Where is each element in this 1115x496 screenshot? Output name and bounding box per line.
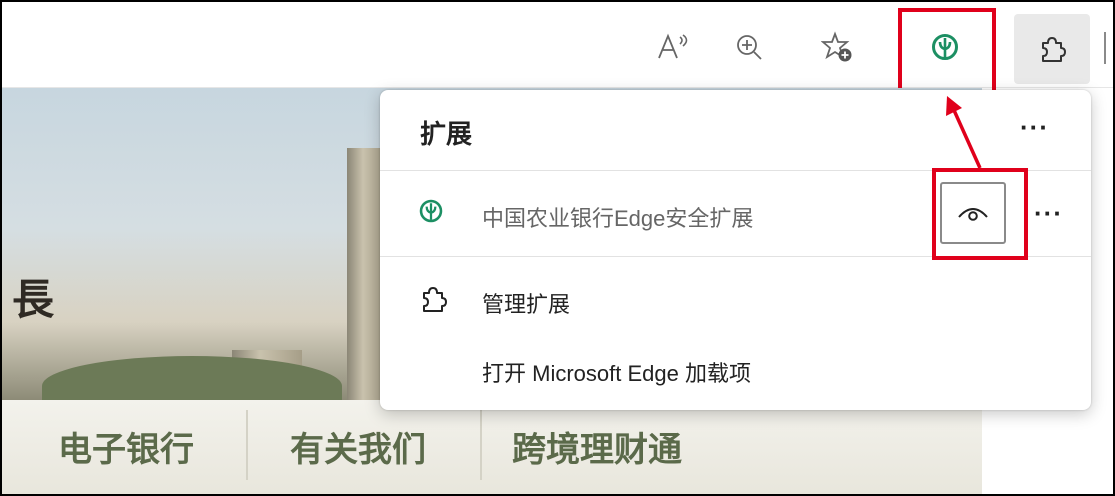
manage-extensions-item[interactable]: 管理扩展 bbox=[482, 287, 570, 319]
puzzle-icon bbox=[423, 287, 447, 312]
highlight-box-pin-button bbox=[932, 168, 1028, 260]
highlight-box-toolbar-icon bbox=[898, 8, 996, 96]
add-favorite-icon[interactable] bbox=[812, 22, 862, 72]
popup-title: 扩展 bbox=[420, 119, 473, 149]
zoom-in-icon[interactable] bbox=[724, 22, 774, 72]
puzzle-icon bbox=[1042, 37, 1066, 62]
nav-item-cross-border-wealth[interactable]: 跨境理财通 bbox=[512, 422, 682, 478]
open-edge-addons-item[interactable]: 打开 Microsoft Edge 加载项 bbox=[482, 356, 751, 388]
extensions-button[interactable] bbox=[1014, 14, 1090, 84]
popup-more-button[interactable]: ··· bbox=[1020, 112, 1049, 143]
screenshot-frame: 長 电子银行 有关我们 跨境理财通 扩展 ··· 中国农业银行Edge安全扩展 … bbox=[0, 0, 1115, 496]
toolbar-separator bbox=[1104, 32, 1106, 64]
nav-item-about-us[interactable]: 有关我们 bbox=[290, 422, 426, 478]
extension-name[interactable]: 中国农业银行Edge安全扩展 bbox=[482, 201, 753, 233]
read-aloud-icon[interactable] bbox=[648, 22, 698, 72]
abc-bank-icon bbox=[419, 199, 443, 223]
nav-separator bbox=[480, 410, 482, 480]
banner-character: 長 bbox=[12, 275, 55, 324]
nav-item-ebanking[interactable]: 电子银行 bbox=[58, 422, 194, 478]
extension-more-button[interactable]: ··· bbox=[1034, 198, 1063, 229]
site-navbar: 电子银行 有关我们 跨境理财通 bbox=[2, 400, 982, 494]
nav-separator bbox=[246, 410, 248, 480]
